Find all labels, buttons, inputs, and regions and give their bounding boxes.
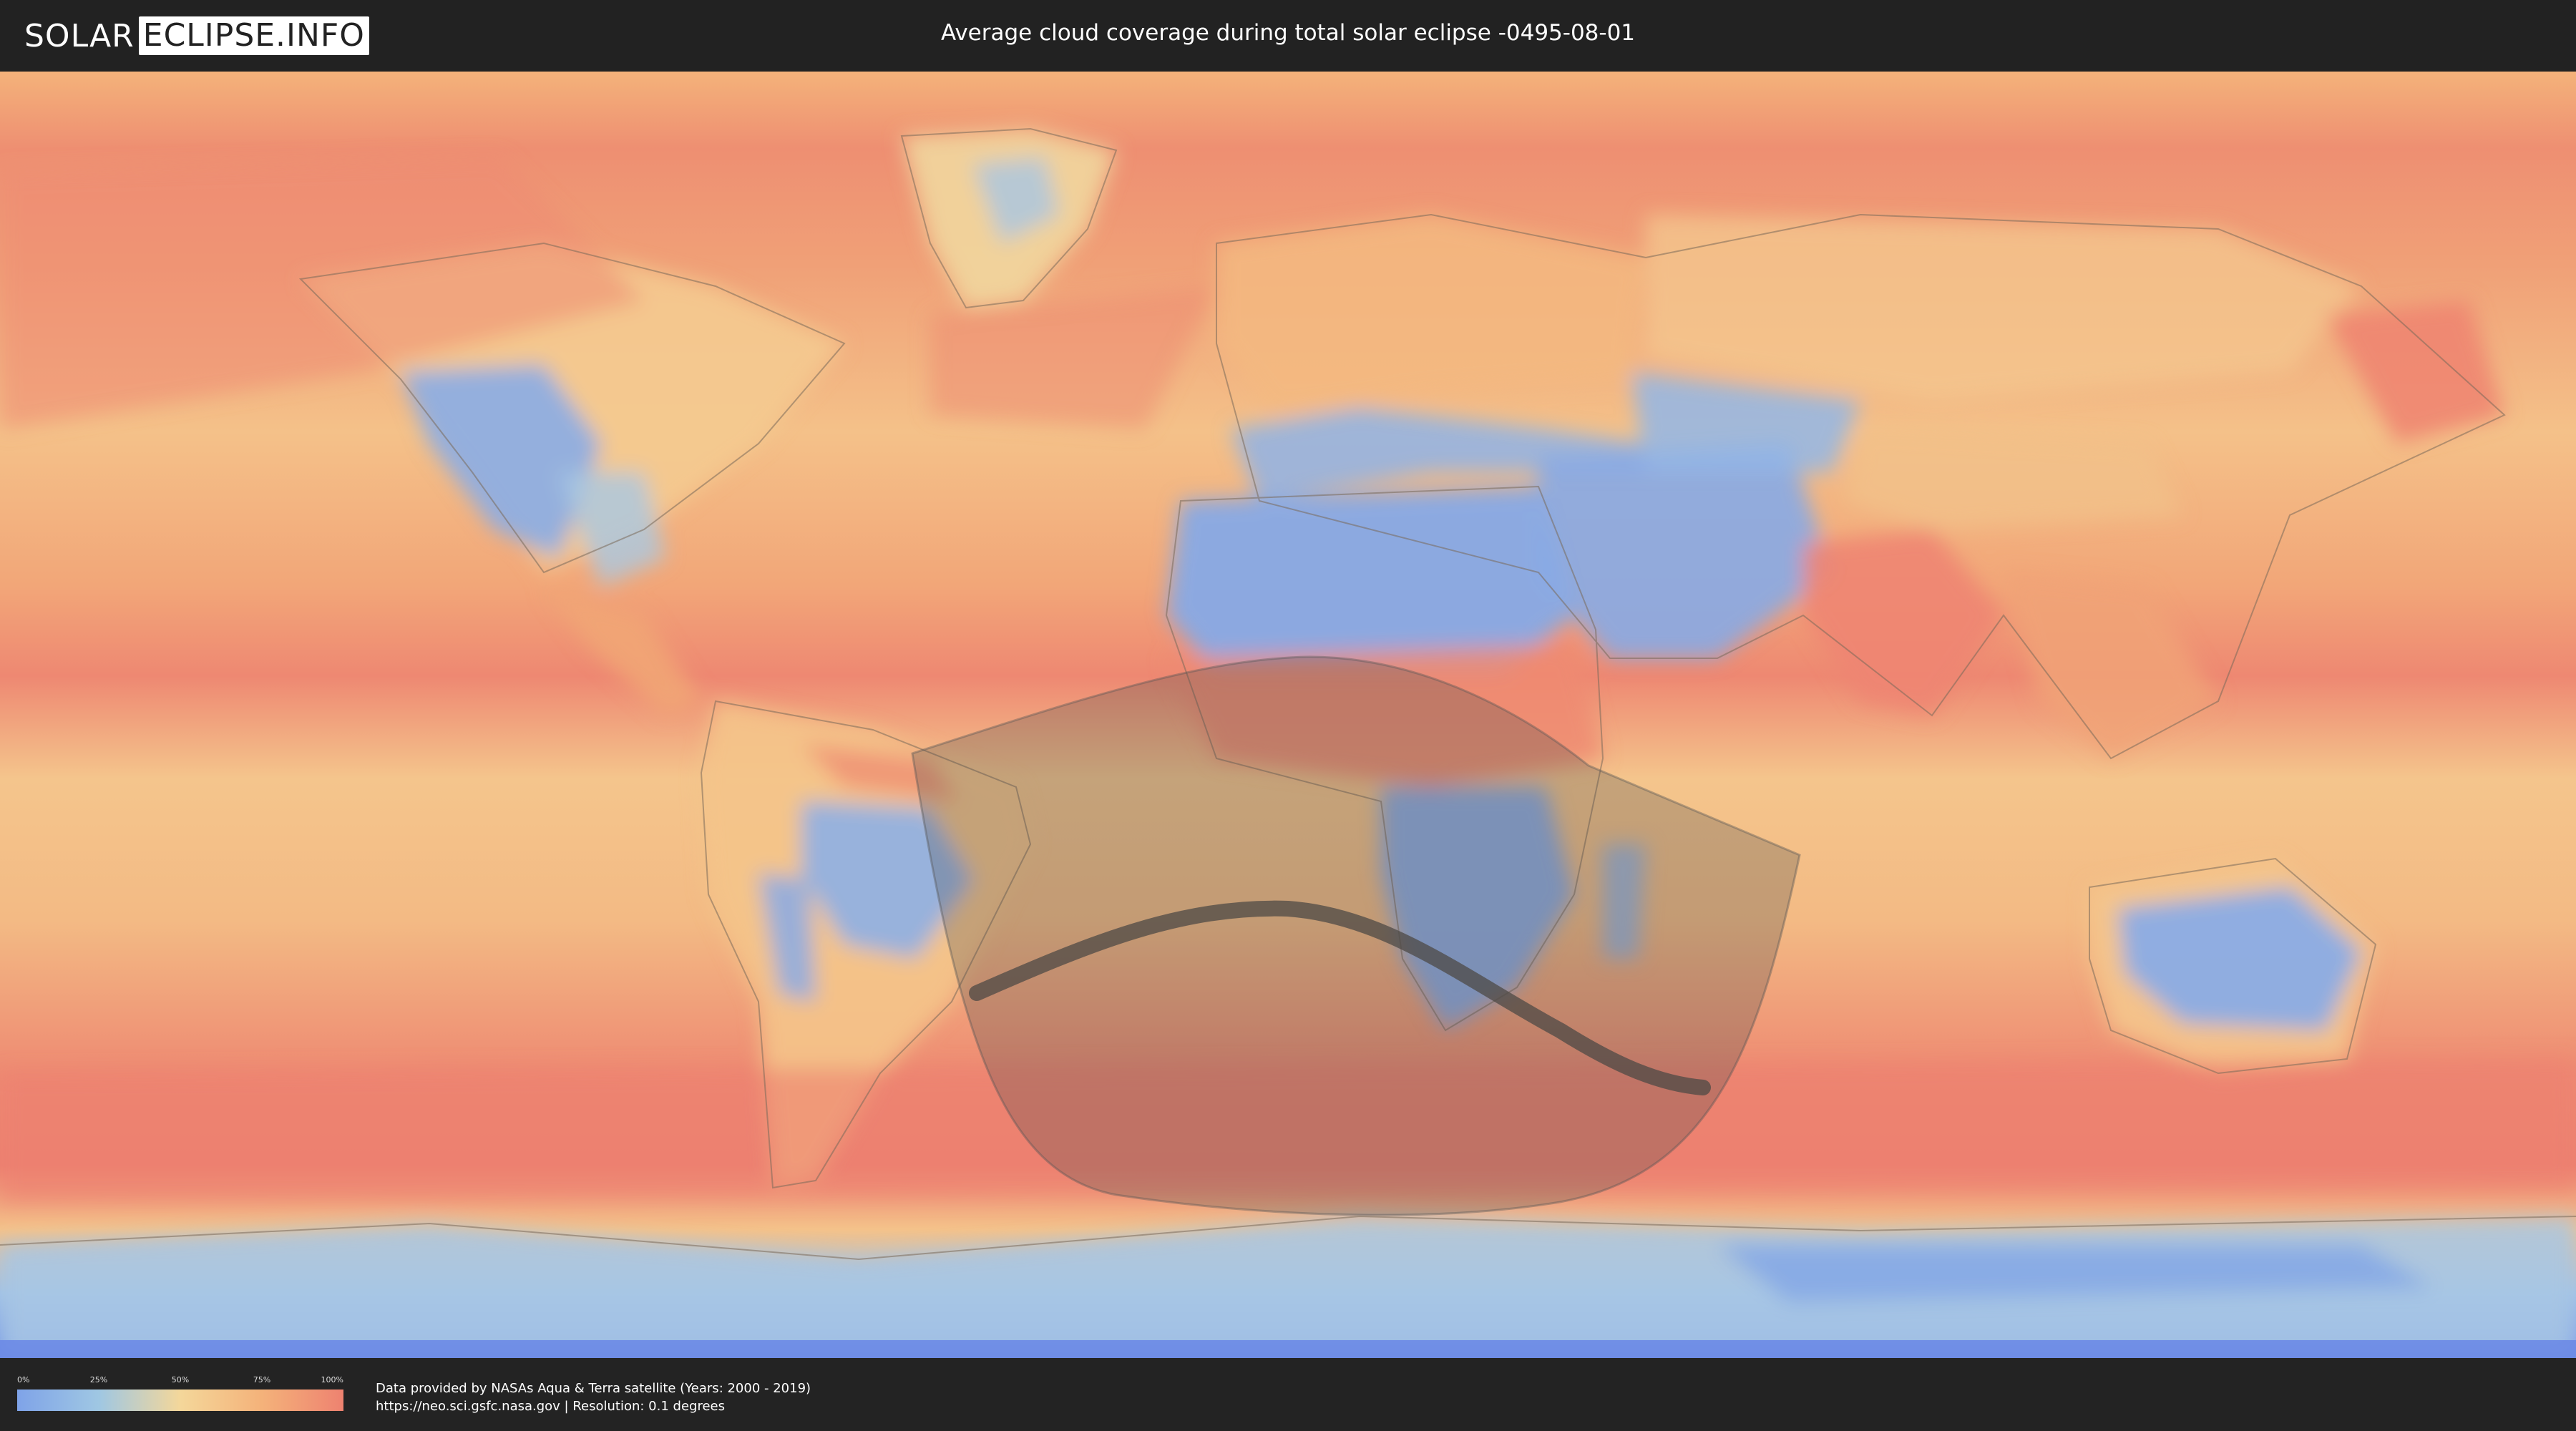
map-bottom-edge [0,1340,2576,1358]
cloud-coverage-map[interactable] [0,72,2576,1358]
color-legend: 0% 25% 50% 75% 100% [17,1375,343,1411]
credits-line-url[interactable]: https://neo.sci.gsfc.nasa.gov | Resoluti… [376,1397,811,1415]
header-bar: SOLAR ECLIPSE.INFO Average cloud coverag… [0,0,2576,72]
legend-gradient-bar [17,1390,343,1411]
legend-tick-75: 75% [253,1375,271,1384]
credits-line-source: Data provided by NASAs Aqua & Terra sate… [376,1381,811,1396]
data-credits: Data provided by NASAs Aqua & Terra sate… [376,1379,811,1415]
page-title: Average cloud coverage during total sola… [940,20,1636,46]
legend-tick-100: 100% [321,1375,343,1384]
legend-tick-50: 50% [171,1375,190,1384]
legend-tick-25: 25% [89,1375,108,1384]
legend-tick-0: 0% [17,1375,30,1384]
world-map-svg [0,72,2576,1358]
legend-ticks: 0% 25% 50% 75% 100% [17,1375,343,1387]
footer-bar: 0% 25% 50% 75% 100% Data provided by NAS… [0,1358,2576,1431]
